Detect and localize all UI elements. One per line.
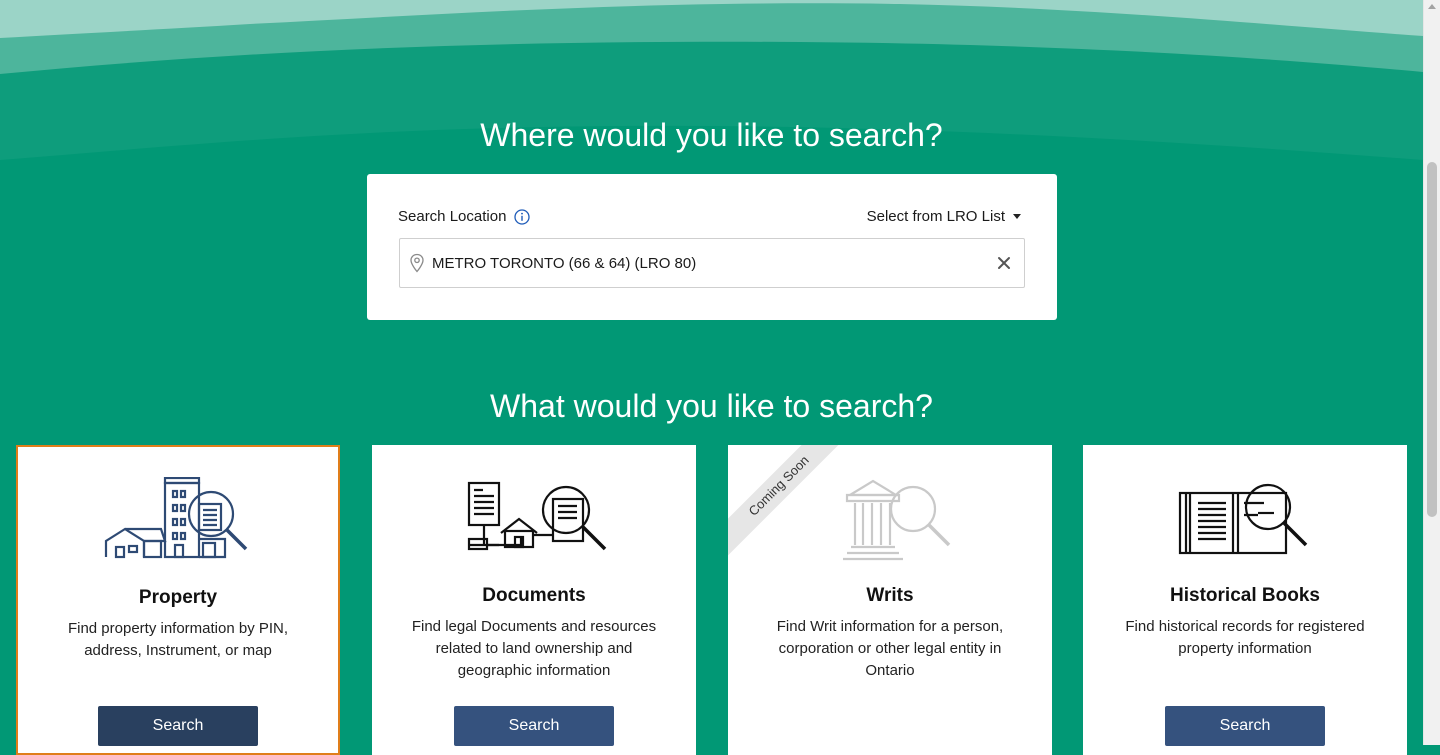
building-magnifier-icon [104,477,248,559]
courthouse-magnifier-icon [843,479,951,561]
lro-list-label: Select from LRO List [866,208,1005,225]
search-location-input[interactable]: METRO TORONTO (66 & 64) (LRO 80) [399,238,1025,288]
clear-icon[interactable] [997,256,1011,270]
historical-books-search-button[interactable]: Search [1165,706,1325,746]
search-location-label-text: Search Location [398,208,507,225]
property-card[interactable]: Property Find property information by PI… [16,445,340,755]
where-heading: Where would you like to search? [480,117,943,153]
historical-books-card[interactable]: Historical Books Find historical records… [1083,445,1407,755]
card-description: Find property information by PIN, addres… [67,620,289,659]
card-title: Property [138,587,218,608]
scrollbar-thumb[interactable] [1427,162,1437,517]
vertical-scrollbar[interactable] [1423,0,1440,745]
card-description: Find legal Documents and resources relat… [411,618,657,679]
writs-card: Coming Soon Writs Find Writ information … [728,445,1052,755]
book-magnifier-icon [1178,483,1308,555]
caret-down-icon [1013,214,1021,219]
property-search-button[interactable]: Search [98,706,258,746]
card-description: Find historical records for registered p… [1125,618,1365,657]
documents-card[interactable]: Documents Find legal Documents and resou… [372,445,696,755]
card-title: Writs [866,585,914,606]
card-title: Documents [482,585,586,606]
search-location-panel: Search Location Select from LRO List MET… [367,174,1057,320]
documents-search-button[interactable]: Search [454,706,614,746]
info-icon[interactable] [514,208,531,225]
search-location-label: Search Location [398,208,531,225]
card-title: Historical Books [1170,585,1320,606]
document-network-magnifier-icon [467,481,607,551]
search-location-value: METRO TORONTO (66 & 64) (LRO 80) [432,254,697,272]
location-pin-icon [410,253,424,273]
what-heading: What would you like to search? [490,388,933,424]
lro-list-dropdown[interactable]: Select from LRO List [867,208,1021,225]
scroll-up-icon[interactable] [1428,4,1436,9]
card-description: Find Writ information for a person, corp… [776,618,1004,679]
